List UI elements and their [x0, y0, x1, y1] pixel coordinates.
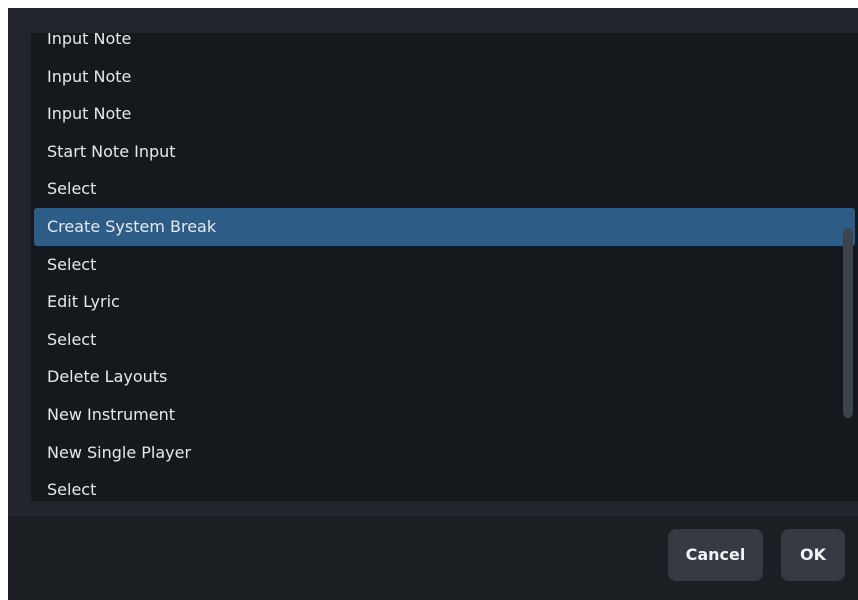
list-item[interactable]: Select	[31, 246, 858, 284]
list-item[interactable]: Start Note Input	[31, 133, 858, 171]
list-item[interactable]: Delete Layouts	[31, 358, 858, 396]
list-item-selected[interactable]: Create System Break	[34, 207, 855, 246]
list-item[interactable]: Select	[31, 471, 858, 501]
ok-button[interactable]: OK	[781, 529, 845, 581]
history-list-items: Input Note Input Note Input Note Start N…	[31, 33, 858, 501]
list-item[interactable]: Edit Lyric	[31, 283, 858, 321]
vertical-scrollbar-thumb[interactable]	[843, 228, 853, 418]
list-item[interactable]: Select	[31, 321, 858, 359]
list-item[interactable]: Input Note	[31, 58, 858, 96]
dialog: Input Note Input Note Input Note Start N…	[8, 8, 858, 600]
list-item[interactable]: New Single Player	[31, 434, 858, 472]
list-item[interactable]: Input Note	[31, 95, 858, 133]
list-item[interactable]: New Instrument	[31, 396, 858, 434]
history-list[interactable]: Input Note Input Note Input Note Start N…	[31, 33, 858, 501]
cancel-button[interactable]: Cancel	[668, 529, 763, 581]
list-item[interactable]: Select	[31, 170, 858, 208]
list-item[interactable]: Input Note	[31, 33, 858, 58]
